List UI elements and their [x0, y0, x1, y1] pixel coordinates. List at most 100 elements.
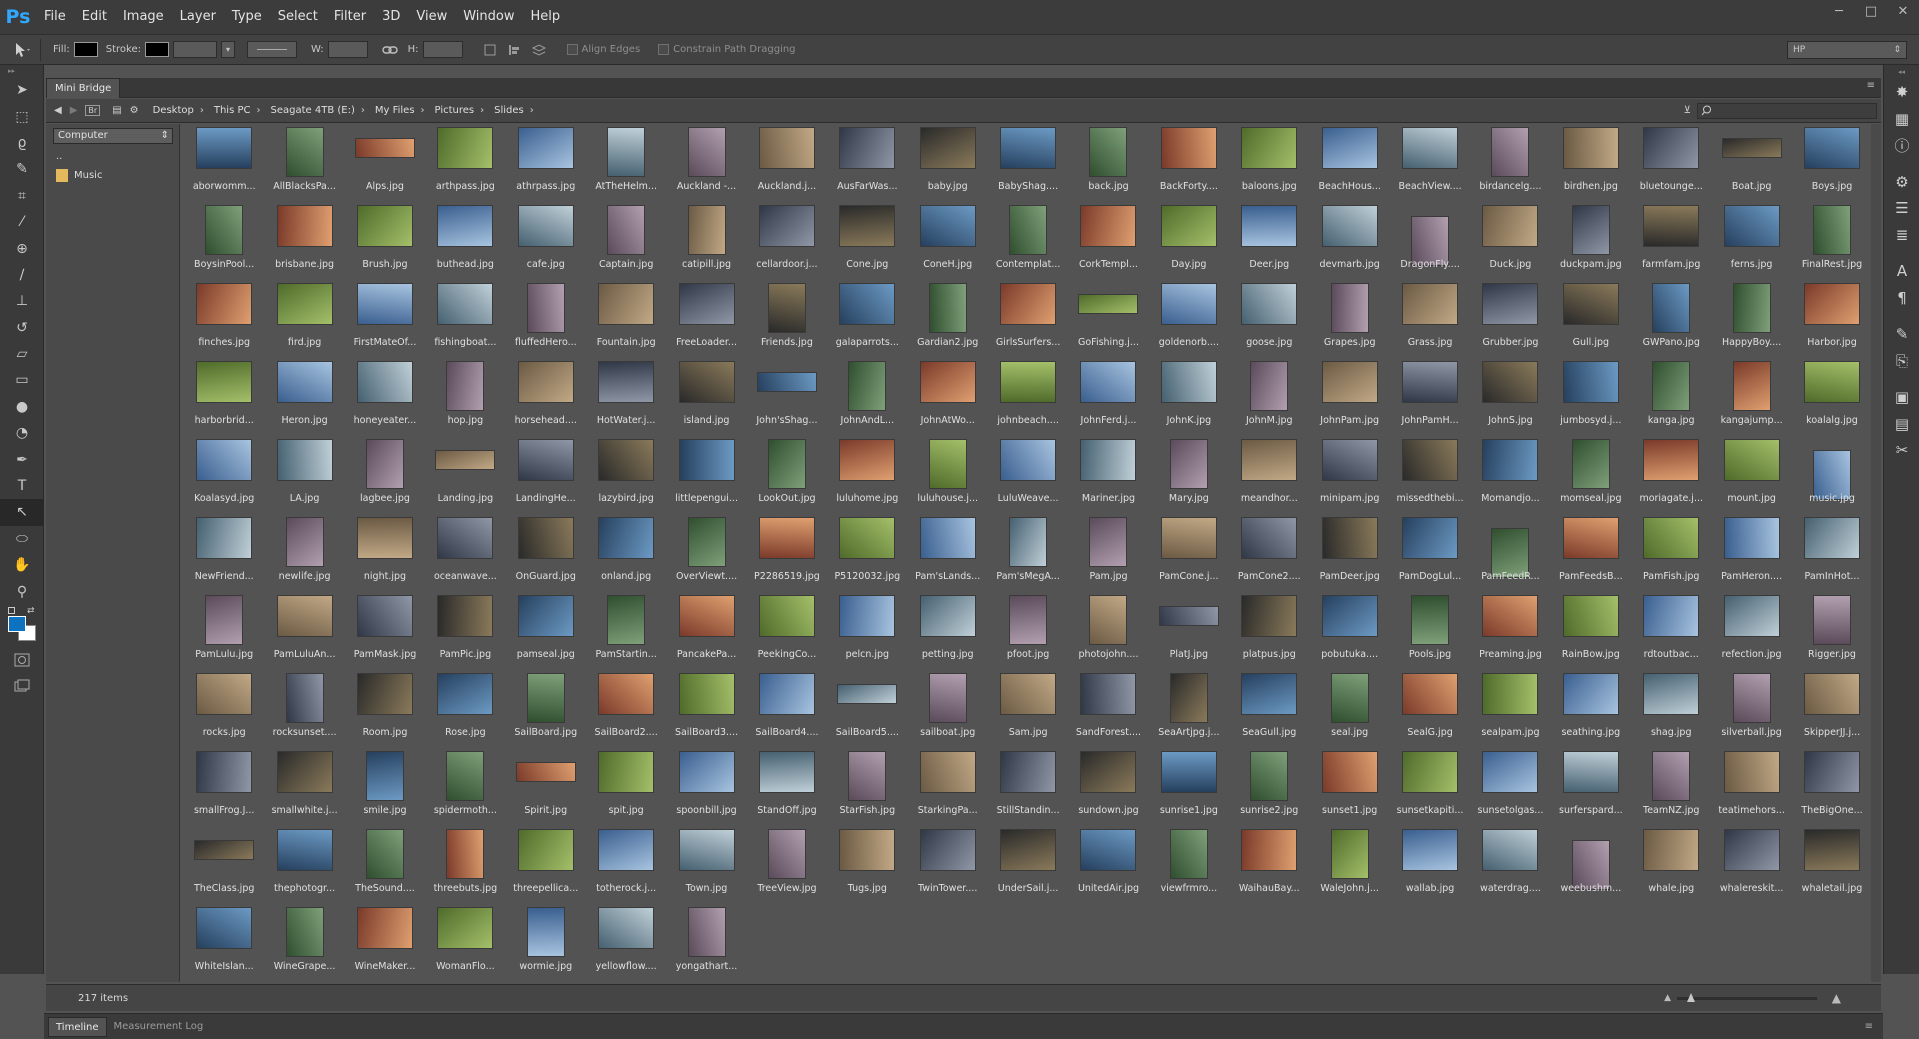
image-thumbnail[interactable] [357, 206, 412, 246]
breadcrumb-item[interactable]: Pictures › [435, 105, 485, 116]
image-thumbnail[interactable] [357, 674, 412, 714]
eraser-icon[interactable]: ▱ [0, 341, 44, 367]
image-thumbnail[interactable] [1483, 596, 1538, 636]
thumbnail-item[interactable]: newlife.jpg [264, 514, 344, 592]
thumbnail-item[interactable]: Mary.jpg [1149, 436, 1229, 514]
image-thumbnail[interactable] [1242, 440, 1297, 480]
image-thumbnail[interactable] [1242, 518, 1297, 558]
navigator-icon[interactable]: ▣ [1884, 384, 1919, 411]
image-thumbnail[interactable] [1733, 362, 1770, 410]
image-thumbnail[interactable] [518, 518, 573, 558]
thumbnail-item[interactable]: PancakePa... [666, 592, 746, 670]
thumbnail-item[interactable]: LandingHe... [506, 436, 586, 514]
thumbnail-item[interactable]: Duck.jpg [1470, 202, 1550, 280]
thumbnail-item[interactable]: DragonFly.... [1390, 202, 1470, 280]
slider-handle[interactable] [1687, 993, 1695, 1002]
image-thumbnail[interactable] [355, 139, 414, 157]
thumbnail-item[interactable]: jumbosyd.j... [1551, 358, 1631, 436]
image-thumbnail[interactable] [1563, 596, 1618, 636]
thumbnail-item[interactable]: goldenorb.... [1149, 280, 1229, 358]
image-thumbnail[interactable] [527, 674, 564, 722]
thumbnail-item[interactable]: moriagate.j... [1631, 436, 1711, 514]
thumbnail-item[interactable]: whale.jpg [1631, 826, 1711, 904]
image-thumbnail[interactable] [357, 518, 412, 558]
thumbnail-item[interactable]: buthead.jpg [425, 202, 505, 280]
image-thumbnail[interactable] [527, 908, 564, 956]
thumbnail-item[interactable]: sailboat.jpg [908, 670, 988, 748]
image-thumbnail[interactable] [1322, 440, 1377, 480]
thumbnail-item[interactable]: kanga.jpg [1631, 358, 1711, 436]
thumbnail-item[interactable]: StarkingPa... [908, 748, 988, 826]
image-thumbnail[interactable] [688, 206, 725, 254]
menu-edit[interactable]: Edit [74, 0, 115, 34]
shape-icon[interactable]: ⬭ [0, 526, 44, 552]
thumbnail-item[interactable]: Deer.jpg [1229, 202, 1309, 280]
thumbnail-item[interactable]: GirlsSurfers... [988, 280, 1068, 358]
image-thumbnail[interactable] [1161, 206, 1216, 246]
thumbnail-item[interactable]: BackForty.... [1149, 124, 1229, 202]
thumbnail-item[interactable]: sunrise2.jpg [1229, 748, 1309, 826]
image-thumbnail[interactable] [679, 830, 734, 870]
image-thumbnail[interactable] [518, 206, 573, 246]
thumbnail-item[interactable]: lazybird.jpg [586, 436, 666, 514]
image-thumbnail[interactable] [197, 284, 252, 324]
image-thumbnail[interactable] [1403, 128, 1458, 168]
thumbnail-item[interactable]: fishingboat... [425, 280, 505, 358]
image-thumbnail[interactable] [1161, 284, 1216, 324]
thumbnail-item[interactable]: WineMaker... [345, 904, 425, 982]
thumbnail-item[interactable]: harborbrid... [184, 358, 264, 436]
image-thumbnail[interactable] [840, 596, 895, 636]
image-thumbnail[interactable] [1483, 830, 1538, 870]
tab-timeline[interactable]: Timeline [48, 1016, 107, 1037]
thumbnail-item[interactable]: horsehead.... [506, 358, 586, 436]
thumbnail-item[interactable]: Auckland.j... [747, 124, 827, 202]
fill-swatch[interactable] [73, 42, 98, 57]
image-thumbnail[interactable] [1079, 295, 1138, 313]
thumbnail-item[interactable]: RainBow.jpg [1551, 592, 1631, 670]
image-thumbnail[interactable] [527, 284, 564, 332]
thumbnail-item[interactable]: birdancelg.... [1470, 124, 1550, 202]
workspace-switcher[interactable]: HP ⇕ [1787, 41, 1907, 59]
thumbnail-item[interactable]: Pam'sMegA... [988, 514, 1068, 592]
thumbnail-item[interactable]: Tugs.jpg [827, 826, 907, 904]
image-thumbnail[interactable] [1081, 674, 1136, 714]
thumbnail-item[interactable]: Landing.jpg [425, 436, 505, 514]
thumbnail-item[interactable]: OnGuard.jpg [506, 514, 586, 592]
image-thumbnail[interactable] [599, 440, 654, 480]
thumbnail-size-slider[interactable] [1677, 993, 1817, 1002]
character-icon[interactable]: A [1884, 258, 1919, 285]
healing-icon[interactable]: ⊕ [0, 235, 44, 261]
thumbnail-item[interactable]: viewfrmro... [1149, 826, 1229, 904]
thumbnail-item[interactable]: spidermoth... [425, 748, 505, 826]
thumbnail-item[interactable]: galaparrots... [827, 280, 907, 358]
image-thumbnail[interactable] [1722, 139, 1781, 157]
thumbnail-item[interactable]: PamCone.j... [1149, 514, 1229, 592]
image-thumbnail[interactable] [1805, 752, 1859, 792]
menu-type[interactable]: Type [224, 0, 270, 34]
menu-file[interactable]: File [36, 0, 74, 34]
stamp-icon[interactable]: ⊥ [0, 288, 44, 314]
thumbnail-item[interactable]: SailBoard.jpg [506, 670, 586, 748]
thumbnail-item[interactable]: petting.jpg [908, 592, 988, 670]
image-thumbnail[interactable] [759, 752, 814, 792]
thumbnail-item[interactable]: whaletail.jpg [1792, 826, 1872, 904]
image-thumbnail[interactable] [1563, 518, 1618, 558]
thumbnail-item[interactable]: TheBigOne... [1792, 748, 1872, 826]
image-thumbnail[interactable] [366, 752, 403, 800]
image-thumbnail[interactable] [447, 830, 484, 878]
thumbnail-item[interactable]: SailBoard5.... [827, 670, 907, 748]
image-thumbnail[interactable] [599, 362, 654, 402]
thumbnail-item[interactable]: cafe.jpg [506, 202, 586, 280]
thumbnail-item[interactable]: Heron.jpg [264, 358, 344, 436]
image-thumbnail[interactable] [608, 206, 645, 254]
vertical-scrollbar[interactable] [1871, 124, 1881, 982]
thumbnail-item[interactable]: AtTheHelm... [586, 124, 666, 202]
image-thumbnail[interactable] [1644, 206, 1699, 246]
thumbnail-item[interactable]: momseal.jpg [1551, 436, 1631, 514]
thumbnail-item[interactable]: Harbor.jpg [1792, 280, 1872, 358]
path-arrangement-icon[interactable] [531, 43, 549, 57]
image-thumbnail[interactable] [1403, 830, 1458, 870]
image-thumbnail[interactable] [920, 596, 975, 636]
thumbnail-item[interactable]: LuluWeave... [988, 436, 1068, 514]
image-thumbnail[interactable] [1724, 206, 1779, 246]
